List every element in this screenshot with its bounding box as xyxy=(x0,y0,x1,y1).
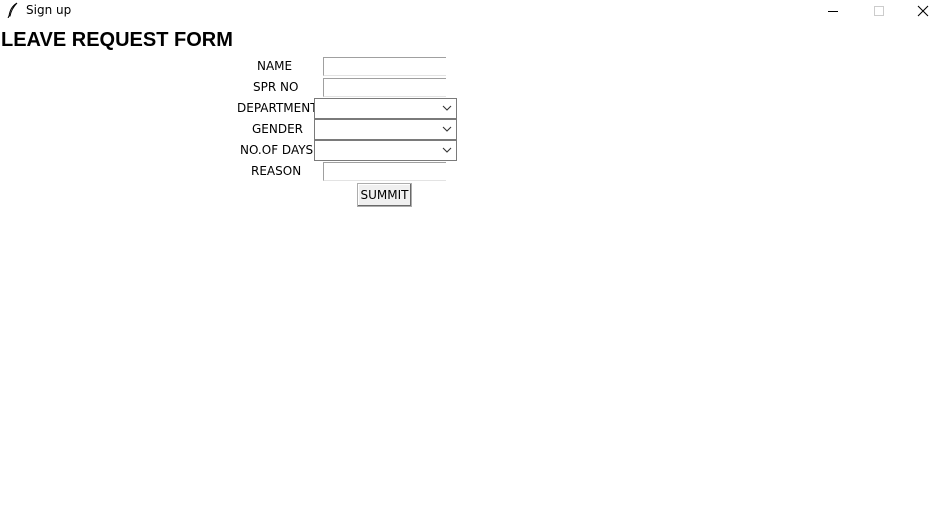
days-combobox[interactable] xyxy=(314,140,457,161)
gender-label: GENDER xyxy=(252,122,304,136)
chevron-down-icon[interactable] xyxy=(442,146,452,154)
chevron-down-icon[interactable] xyxy=(442,104,452,112)
spr-no-input[interactable] xyxy=(323,78,446,97)
chevron-down-icon[interactable] xyxy=(442,125,452,133)
close-icon xyxy=(917,5,929,17)
minimize-button[interactable] xyxy=(810,0,856,22)
reason-input[interactable] xyxy=(323,162,446,181)
form-title: LEAVE REQUEST FORM xyxy=(1,29,233,51)
department-combobox[interactable] xyxy=(314,98,457,119)
feather-icon xyxy=(6,2,20,19)
window-title: Sign up xyxy=(26,3,72,17)
days-label: NO.OF DAYS xyxy=(240,143,314,157)
reason-label: REASON xyxy=(251,164,302,178)
maximize-icon xyxy=(874,6,884,16)
name-input[interactable] xyxy=(323,57,446,76)
maximize-button[interactable] xyxy=(856,0,902,22)
name-label: NAME xyxy=(257,59,293,73)
gender-combobox[interactable] xyxy=(314,119,457,140)
submit-button[interactable]: SUMMIT xyxy=(357,183,412,207)
spr-no-label: SPR NO xyxy=(253,80,299,94)
app-window: Sign up LEAVE REQUEST FORM NAME SPR NO D… xyxy=(0,0,942,510)
title-bar[interactable]: Sign up xyxy=(0,0,942,22)
minimize-icon xyxy=(828,11,838,12)
close-button[interactable] xyxy=(900,0,942,22)
department-label: DEPARTMENT xyxy=(237,101,318,115)
